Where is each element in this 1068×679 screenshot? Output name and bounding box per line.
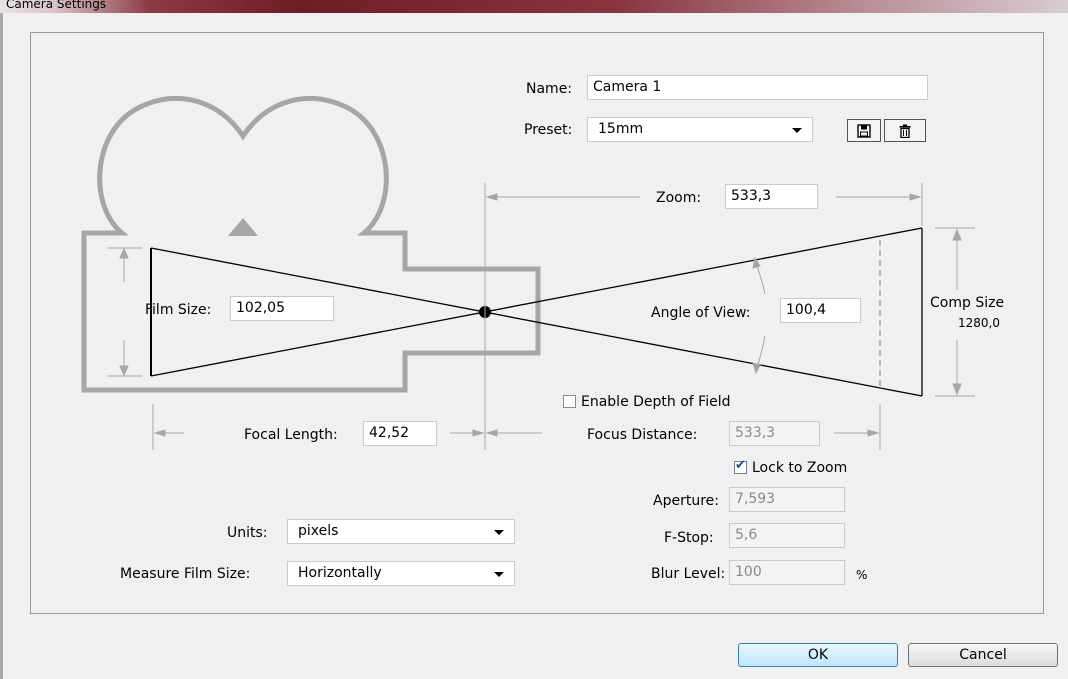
blur-level-unit: % bbox=[856, 568, 868, 582]
cancel-button[interactable]: Cancel bbox=[908, 643, 1058, 667]
angle-of-view-arc bbox=[752, 256, 766, 375]
chevron-down-icon bbox=[494, 572, 504, 577]
focal-length-input[interactable]: 42,52 bbox=[363, 421, 437, 446]
aperture-label: Aperture: bbox=[653, 493, 719, 509]
aperture-input[interactable]: 7,593 bbox=[729, 487, 845, 512]
comp-size-label: Comp Size bbox=[930, 295, 1005, 311]
fstop-input[interactable]: 5,6 bbox=[729, 523, 845, 548]
depth-of-field-checkbox[interactable] bbox=[563, 395, 576, 408]
focal-length-label: Focal Length: bbox=[244, 427, 338, 443]
depth-of-field-label: Enable Depth of Field bbox=[581, 394, 731, 410]
zoom-input[interactable]: 533,3 bbox=[725, 184, 818, 209]
focus-distance-label: Focus Distance: bbox=[587, 427, 698, 443]
units-label: Units: bbox=[227, 525, 268, 541]
measure-film-size-label: Measure Film Size: bbox=[120, 566, 251, 582]
save-preset-button[interactable] bbox=[847, 119, 881, 142]
lock-to-zoom-checkbox[interactable]: ✔ bbox=[734, 458, 747, 474]
zoom-label: Zoom: bbox=[656, 190, 702, 206]
fstop-label: F-Stop: bbox=[664, 530, 714, 546]
delete-preset-button[interactable] bbox=[884, 119, 926, 142]
angle-of-view-label: Angle of View: bbox=[651, 305, 751, 321]
trash-icon bbox=[899, 124, 911, 138]
preset-label: Preset: bbox=[524, 122, 573, 138]
preset-dropdown[interactable]: 15mm bbox=[587, 117, 813, 142]
zoom-dimension bbox=[485, 183, 923, 226]
camera-body-outline bbox=[81, 96, 541, 393]
film-size-label: Film Size: bbox=[145, 302, 212, 318]
focus-distance-input[interactable]: 533,3 bbox=[729, 421, 820, 446]
checkmark-icon: ✔ bbox=[735, 458, 746, 473]
comp-size-dimension bbox=[935, 227, 975, 397]
save-icon bbox=[857, 123, 871, 138]
units-dropdown[interactable]: pixels bbox=[287, 519, 515, 544]
name-label: Name: bbox=[526, 81, 573, 97]
chevron-down-icon bbox=[494, 530, 504, 535]
blur-level-input[interactable]: 100 bbox=[729, 560, 845, 585]
comp-size-value: 1280,0 bbox=[958, 316, 1000, 330]
film-size-input[interactable]: 102,05 bbox=[230, 296, 334, 321]
chevron-down-icon bbox=[792, 128, 802, 133]
name-input[interactable]: Camera 1 bbox=[587, 75, 928, 100]
measure-film-size-value: Horizontally bbox=[298, 565, 382, 581]
viewfinder-marker bbox=[228, 218, 258, 236]
preset-value: 15mm bbox=[598, 121, 644, 137]
film-size-dimension bbox=[108, 247, 142, 377]
ok-button[interactable]: OK bbox=[738, 643, 898, 667]
blur-level-label: Blur Level: bbox=[651, 566, 726, 582]
units-value: pixels bbox=[298, 523, 339, 539]
measure-film-size-dropdown[interactable]: Horizontally bbox=[287, 561, 515, 586]
lock-to-zoom-label: Lock to Zoom bbox=[752, 460, 848, 476]
angle-of-view-input[interactable]: 100,4 bbox=[780, 298, 861, 323]
